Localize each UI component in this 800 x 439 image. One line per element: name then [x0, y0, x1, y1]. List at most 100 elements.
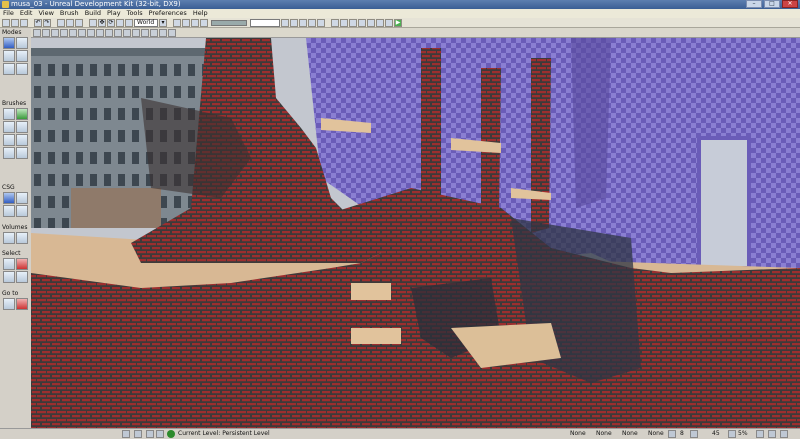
level-browser-icon[interactable]: [191, 18, 199, 27]
paste-icon[interactable]: [75, 18, 83, 27]
lighting-only-icon[interactable]: [96, 28, 104, 37]
menu-help[interactable]: Help: [190, 9, 211, 18]
grid-snap-icon[interactable]: [668, 430, 676, 438]
viewport-type-icon[interactable]: [42, 28, 50, 37]
drag-grid-icon[interactable]: [122, 430, 130, 438]
camera-mode-icon[interactable]: [3, 37, 15, 49]
matinee-icon[interactable]: [340, 18, 348, 27]
3d-viewport[interactable]: [31, 38, 800, 428]
csg-deintersect-icon[interactable]: [16, 205, 28, 217]
wireframe-icon[interactable]: [60, 28, 68, 37]
texture-density-icon[interactable]: [114, 28, 122, 37]
viewport-options-icon[interactable]: [33, 28, 41, 37]
shader-complexity-icon[interactable]: [123, 28, 131, 37]
play-icon[interactable]: ▶: [394, 18, 402, 27]
cut-icon[interactable]: [57, 18, 65, 27]
new-icon[interactable]: [2, 18, 10, 27]
kismet-icon[interactable]: [331, 18, 339, 27]
build-cover-icon[interactable]: [308, 18, 316, 27]
maximize-button[interactable]: □: [764, 0, 780, 8]
autosave-icon[interactable]: [146, 430, 154, 438]
save-icon[interactable]: [20, 18, 28, 27]
menu-view[interactable]: View: [35, 9, 56, 18]
menu-edit[interactable]: Edit: [17, 9, 36, 18]
linear-stair-brush-icon[interactable]: [16, 134, 28, 146]
console-icon[interactable]: [376, 18, 384, 27]
add-special-icon[interactable]: [16, 232, 28, 244]
play-in-editor-icon[interactable]: [349, 18, 357, 27]
terrain-mode-icon[interactable]: [3, 50, 15, 62]
brush-wireframe-icon[interactable]: [51, 28, 59, 37]
level-locked-icon[interactable]: [156, 430, 164, 438]
geometry-mode-icon[interactable]: [16, 37, 28, 49]
menu-build[interactable]: Build: [82, 9, 104, 18]
rotation-snap-icon[interactable]: [690, 430, 698, 438]
menu-preferences[interactable]: Preferences: [146, 9, 190, 18]
scale-icon[interactable]: [116, 18, 124, 27]
redo-icon[interactable]: ↷: [43, 18, 51, 27]
curved-stair-brush-icon[interactable]: [16, 121, 28, 133]
translate-icon[interactable]: ✥: [98, 18, 106, 27]
menu-tools[interactable]: Tools: [124, 9, 146, 18]
unlit-icon[interactable]: [69, 28, 77, 37]
search-slider[interactable]: [211, 19, 247, 26]
game-view-icon[interactable]: [141, 28, 149, 37]
minimize-button[interactable]: –: [746, 0, 762, 8]
cone-brush-icon[interactable]: [16, 108, 28, 120]
coverpoint-mode-icon[interactable]: [16, 63, 28, 75]
menu-file[interactable]: File: [0, 9, 17, 18]
camera-speed-icon[interactable]: [756, 430, 764, 438]
light-complexity-icon[interactable]: [105, 28, 113, 37]
lit-icon[interactable]: [78, 28, 86, 37]
open-icon[interactable]: [11, 18, 19, 27]
cylinder-brush-icon[interactable]: [3, 121, 15, 133]
content-browser-icon[interactable]: [173, 18, 181, 27]
build-lighting-icon[interactable]: [290, 18, 298, 27]
build-paths-icon[interactable]: [299, 18, 307, 27]
close-button[interactable]: ✕: [782, 0, 798, 8]
scale-nonuniform-icon[interactable]: [125, 18, 133, 27]
menu-play[interactable]: Play: [104, 9, 124, 18]
invert-selection-icon[interactable]: [3, 271, 15, 283]
scale-snap-icon[interactable]: [728, 430, 736, 438]
maximize-viewport-icon[interactable]: [168, 28, 176, 37]
sheet-brush-icon[interactable]: [3, 134, 15, 146]
publish-icon[interactable]: [385, 18, 393, 27]
build-geometry-icon[interactable]: [281, 18, 289, 27]
spiral-stair-brush-icon[interactable]: [3, 147, 15, 159]
texture-mode-icon[interactable]: [16, 50, 28, 62]
detail-lighting-icon[interactable]: [87, 28, 95, 37]
play-in-viewport-icon[interactable]: [358, 18, 366, 27]
scale-mode-icon[interactable]: [780, 430, 788, 438]
menu-brush[interactable]: Brush: [57, 9, 82, 18]
undo-icon[interactable]: ↶: [34, 18, 42, 27]
coordinate-system-dropdown[interactable]: World: [134, 18, 158, 27]
cube-brush-icon[interactable]: [3, 108, 15, 120]
build-all-icon[interactable]: [317, 18, 325, 27]
csg-subtract-icon[interactable]: [16, 192, 28, 204]
play-on-pc-icon[interactable]: [367, 18, 375, 27]
hide-selected-icon[interactable]: [16, 258, 28, 270]
lock-icon[interactable]: [150, 28, 158, 37]
camera-speed-icon[interactable]: [159, 28, 167, 37]
preferences-icon[interactable]: [768, 430, 776, 438]
show-all-icon[interactable]: [16, 271, 28, 283]
goto-builder-brush-icon[interactable]: [16, 298, 28, 310]
mesh-paint-icon[interactable]: [3, 63, 15, 75]
csg-add-icon[interactable]: [3, 192, 15, 204]
search-dropdown[interactable]: [250, 18, 280, 27]
copy-icon[interactable]: [66, 18, 74, 27]
goto-actor-icon[interactable]: [3, 298, 15, 310]
add-volume-icon[interactable]: [3, 232, 15, 244]
rotate-icon[interactable]: ⟳: [107, 18, 115, 27]
snap-icon[interactable]: [134, 430, 142, 438]
title-bar: musa_03 - Unreal Development Kit (32-bit…: [0, 0, 800, 9]
scene-manager-icon[interactable]: [200, 18, 208, 27]
chevron-down-icon[interactable]: ▾: [159, 18, 167, 27]
actor-classes-icon[interactable]: [182, 18, 190, 27]
csg-intersect-icon[interactable]: [3, 205, 15, 217]
show-selected-icon[interactable]: [3, 258, 15, 270]
sphere-brush-icon[interactable]: [16, 147, 28, 159]
search-icon[interactable]: [89, 18, 97, 27]
realtime-icon[interactable]: [132, 28, 140, 37]
